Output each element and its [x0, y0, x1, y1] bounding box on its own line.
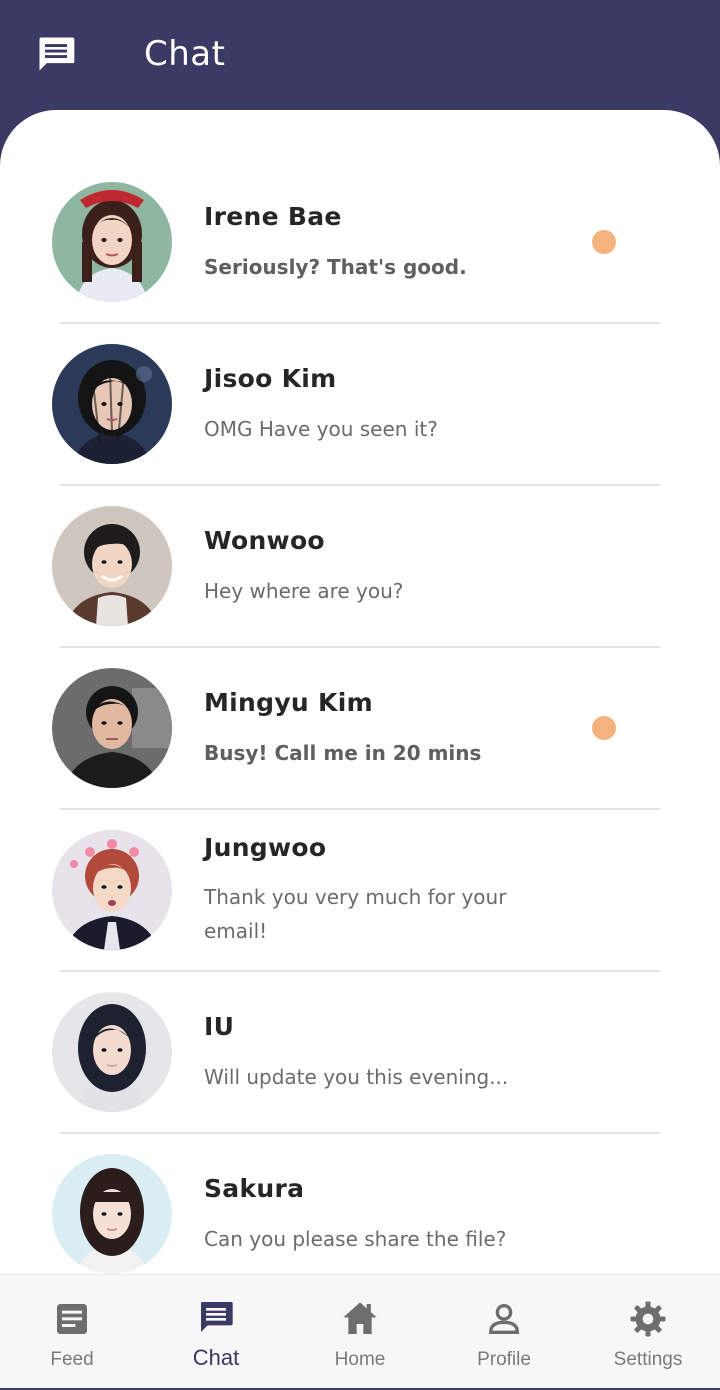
nav-profile[interactable]: Profile [432, 1275, 576, 1389]
unread-indicator [592, 716, 616, 740]
bottom-navigation: Feed Chat Home Profile Settings [0, 1274, 720, 1390]
settings-icon [630, 1301, 666, 1337]
contact-name: Sakura [204, 1174, 305, 1203]
contact-name: Irene Bae [204, 202, 342, 231]
nav-chat[interactable]: Chat [144, 1275, 288, 1389]
home-icon [343, 1302, 377, 1334]
contact-name: Jungwoo [204, 833, 327, 862]
profile-icon [488, 1304, 520, 1334]
chat-row-jungwoo[interactable]: Jungwoo Thank you very much for your ema… [0, 758, 720, 972]
chat-row-wonwoo[interactable]: Wonwoo Hey where are you? [0, 434, 720, 648]
page-title: Chat [144, 34, 226, 74]
contact-name: Wonwoo [204, 526, 325, 555]
last-message: Can you please share the file? [204, 1227, 507, 1251]
nav-settings[interactable]: Settings [576, 1275, 720, 1389]
avatar [52, 1154, 172, 1274]
chat-list: Irene Bae Seriously? That's good. Jisoo … [0, 110, 720, 1274]
unread-indicator [592, 230, 616, 254]
contact-name: IU [204, 1012, 235, 1041]
chat-row-iu[interactable]: IU Will update you this evening... [0, 920, 720, 1134]
nav-label: Chat [192, 1345, 240, 1370]
nav-home[interactable]: Home [288, 1275, 432, 1389]
nav-feed[interactable]: Feed [0, 1275, 144, 1389]
nav-label: Feed [50, 1349, 94, 1370]
contact-name: Jisoo Kim [204, 364, 337, 393]
chat-row-jisoo-kim[interactable]: Jisoo Kim OMG Have you seen it? [0, 272, 720, 486]
chat-icon [201, 1302, 233, 1332]
contact-name: Mingyu Kim [204, 688, 373, 717]
chat-row-sakura[interactable]: Sakura Can you please share the file? [0, 1082, 720, 1274]
chat-bubble-icon [39, 37, 75, 71]
feed-icon [57, 1304, 87, 1334]
chat-row-mingyu-kim[interactable]: Mingyu Kim Busy! Call me in 20 mins [0, 596, 720, 810]
nav-label: Settings [613, 1349, 683, 1370]
nav-label: Home [334, 1349, 386, 1370]
chat-row-irene-bae[interactable]: Irene Bae Seriously? That's good. [0, 110, 720, 324]
nav-label: Profile [477, 1349, 531, 1370]
